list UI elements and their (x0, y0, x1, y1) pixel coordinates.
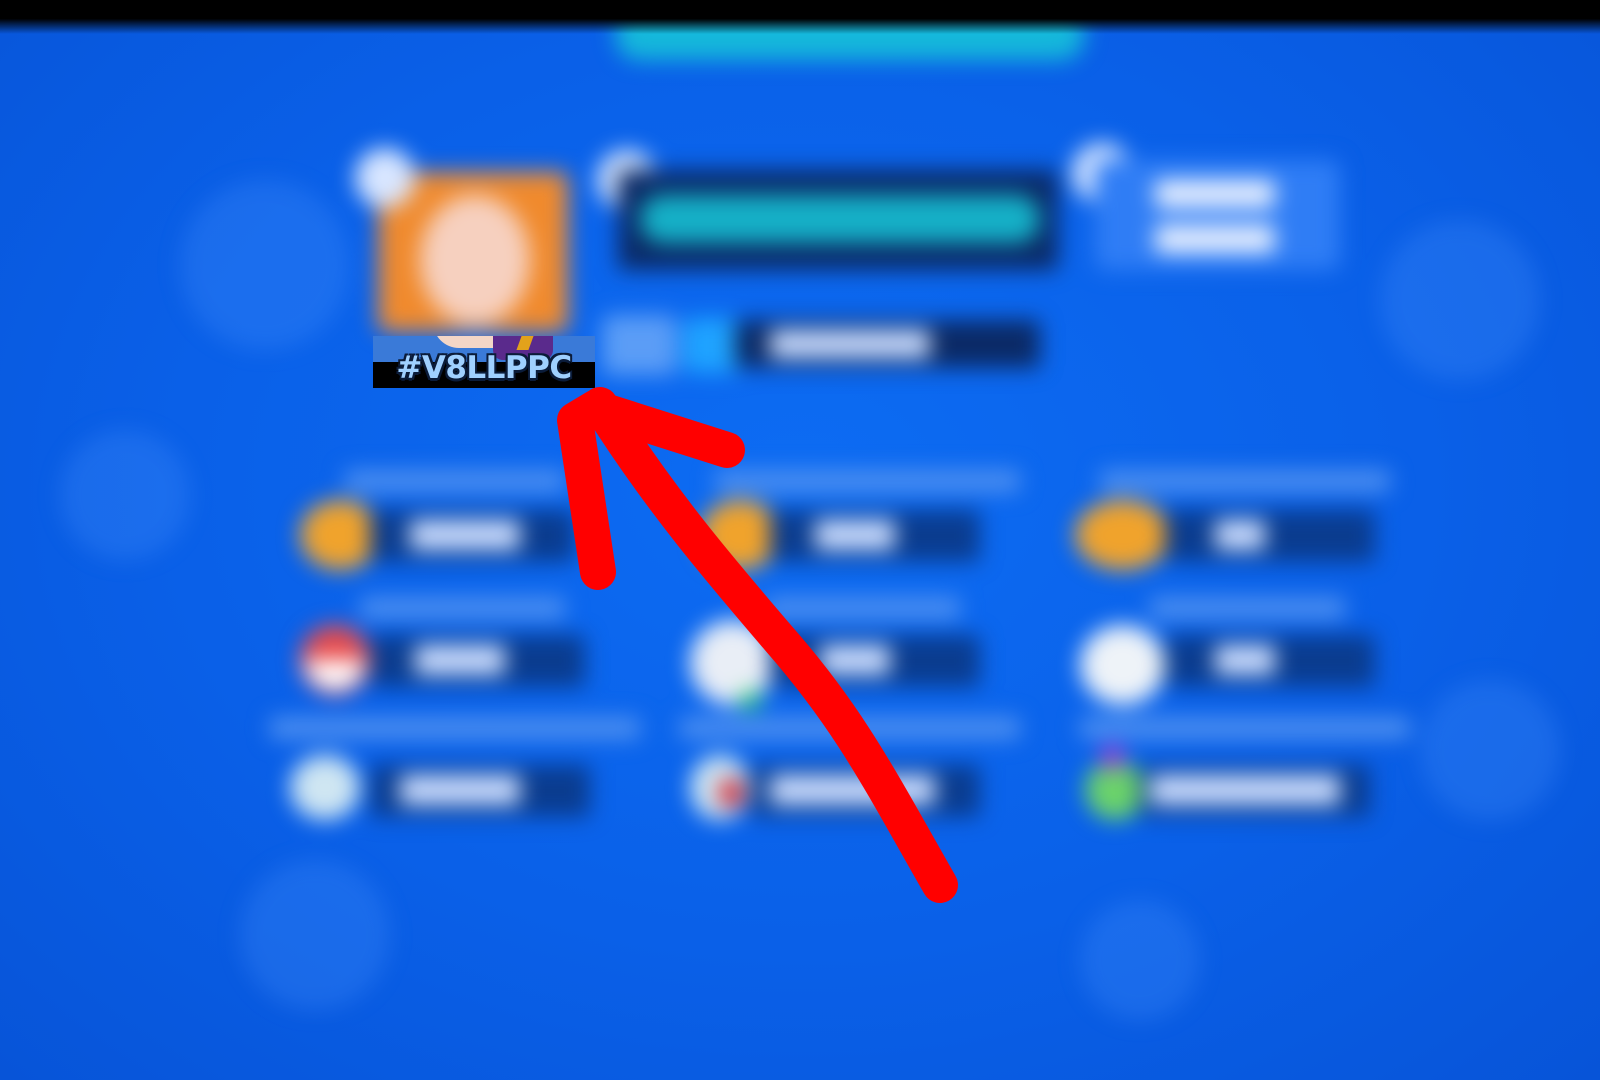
player-name (640, 195, 1040, 243)
player-tag[interactable]: #V8LLPPC (380, 348, 588, 388)
profile-action-button[interactable] (1095, 160, 1340, 270)
level-icon (602, 315, 677, 375)
top-bar (0, 0, 1600, 34)
blurred-profile-content (0, 0, 1600, 1080)
avatar-edit-icon[interactable] (355, 148, 415, 208)
profile-screen: #V8LLPPC (0, 0, 1600, 1080)
